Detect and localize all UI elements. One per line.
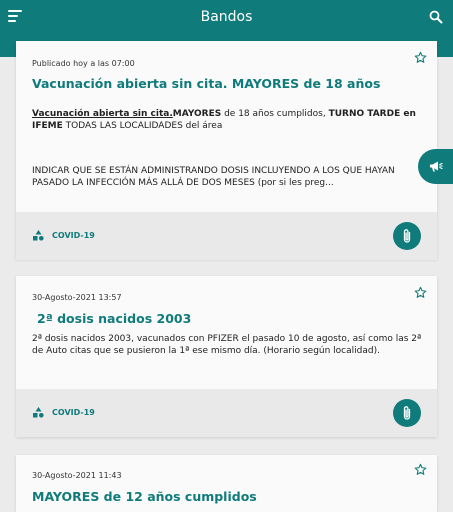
star-icon[interactable] xyxy=(414,463,427,476)
card-date: Publicado hoy a las 07:00 xyxy=(32,59,135,68)
bando-card[interactable]: 30-Agosto-2021 13:57 2ª dosis nacidos 20… xyxy=(16,276,437,437)
card-body: 2ª dosis nacidos 2003, vacunados con PFI… xyxy=(32,334,422,356)
paperclip-icon xyxy=(403,229,411,243)
attachment-button[interactable] xyxy=(393,222,421,250)
bando-card[interactable]: Publicado hoy a las 07:00 Vacunación abi… xyxy=(16,41,437,260)
star-icon[interactable] xyxy=(414,286,427,299)
category-label: COVID-19 xyxy=(52,231,95,240)
card-footer: COVID-19 xyxy=(16,212,437,260)
card-title[interactable]: MAYORES de 12 años cumplidos xyxy=(32,489,257,504)
app-bar: Bandos xyxy=(0,0,453,35)
body-paragraph: INDICAR QUE SE ESTÁN ADMINISTRANDO DOSIS… xyxy=(32,166,395,188)
card-title[interactable]: 2ª dosis nacidos 2003 xyxy=(37,311,191,326)
card-title[interactable]: Vacunación abierta sin cita. MAYORES de … xyxy=(32,76,380,91)
card-footer: COVID-19 xyxy=(16,389,437,437)
star-icon[interactable] xyxy=(414,51,427,64)
category-label: COVID-19 xyxy=(52,408,95,417)
card-body: Vacunación abierta sin cita.MAYORES de 1… xyxy=(32,108,423,189)
megaphone-icon xyxy=(429,161,443,172)
bando-card[interactable]: 30-Agosto-2021 11:43 MAYORES de 12 años … xyxy=(16,455,437,512)
attachment-button[interactable] xyxy=(393,399,421,427)
category-tag[interactable]: COVID-19 xyxy=(33,407,95,418)
category-shapes-icon xyxy=(33,230,44,241)
body-text: TODAS LAS LOCALIDADES del área xyxy=(62,121,223,131)
card-date: 30-Agosto-2021 11:43 xyxy=(32,471,122,480)
category-shapes-icon xyxy=(33,407,44,418)
body-bold-text: MAYORES xyxy=(172,109,222,119)
category-tag[interactable]: COVID-19 xyxy=(33,230,95,241)
search-icon[interactable] xyxy=(429,10,443,24)
page-title: Bandos xyxy=(200,9,253,25)
card-date: 30-Agosto-2021 13:57 xyxy=(32,293,122,302)
paperclip-icon xyxy=(403,406,411,420)
announcement-button[interactable] xyxy=(418,149,453,184)
body-underlined-text: Vacunación abierta sin cita. xyxy=(32,109,173,119)
body-text: de 18 años cumplidos, xyxy=(221,109,329,119)
